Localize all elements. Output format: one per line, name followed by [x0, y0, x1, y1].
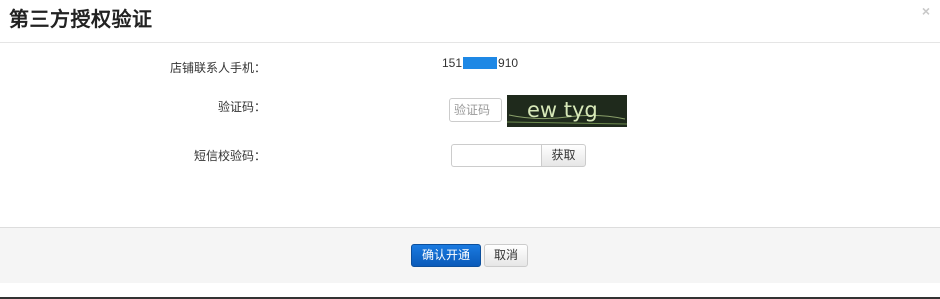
sms-code-input[interactable]	[451, 144, 542, 167]
close-icon[interactable]: ×	[922, 4, 930, 18]
auth-dialog: 第三方授权验证 × 店铺联系人手机： 151 910 验证码： ew tyg 短…	[0, 0, 940, 297]
phone-redaction	[463, 57, 498, 69]
phone-label: 店铺联系人手机：	[170, 61, 267, 75]
dialog-header: 第三方授权验证 ×	[0, 0, 940, 43]
sms-label: 短信校验码：	[194, 149, 267, 163]
dialog-title: 第三方授权验证	[9, 7, 153, 31]
captcha-label: 验证码：	[218, 100, 267, 114]
confirm-button[interactable]: 确认开通	[411, 244, 481, 267]
phone-prefix: 151	[442, 56, 463, 70]
captcha-graphic: ew tyg	[507, 95, 627, 127]
captcha-image[interactable]: ew tyg	[507, 95, 627, 127]
captcha-input[interactable]	[449, 98, 502, 122]
phone-suffix: 910	[498, 56, 519, 70]
captcha-text: ew tyg	[527, 98, 598, 122]
cancel-button[interactable]: 取消	[484, 244, 528, 267]
get-code-button[interactable]: 获取	[541, 144, 586, 167]
dialog-footer: 确认开通 取消	[0, 227, 940, 283]
phone-number: 151 910	[442, 56, 518, 70]
